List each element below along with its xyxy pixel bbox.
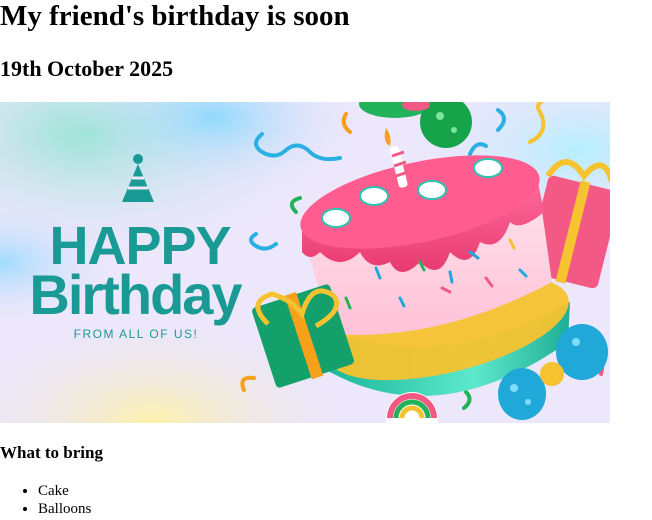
- list-item: Cake: [38, 482, 91, 500]
- event-date: 19th October 2025: [0, 56, 174, 81]
- banner-subtitle-text: FROM ALL OF US!: [74, 327, 199, 341]
- list-item: Balloons: [38, 500, 91, 518]
- bring-list: Cake Balloons: [0, 482, 91, 518]
- page-heading: My friend's birthday is soon: [0, 0, 350, 32]
- birthday-banner-image: HAPPY Birthday FROM ALL OF US!: [0, 102, 610, 423]
- section-title: What to bring: [0, 443, 103, 462]
- banner-birthday-text: Birthday: [29, 263, 242, 326]
